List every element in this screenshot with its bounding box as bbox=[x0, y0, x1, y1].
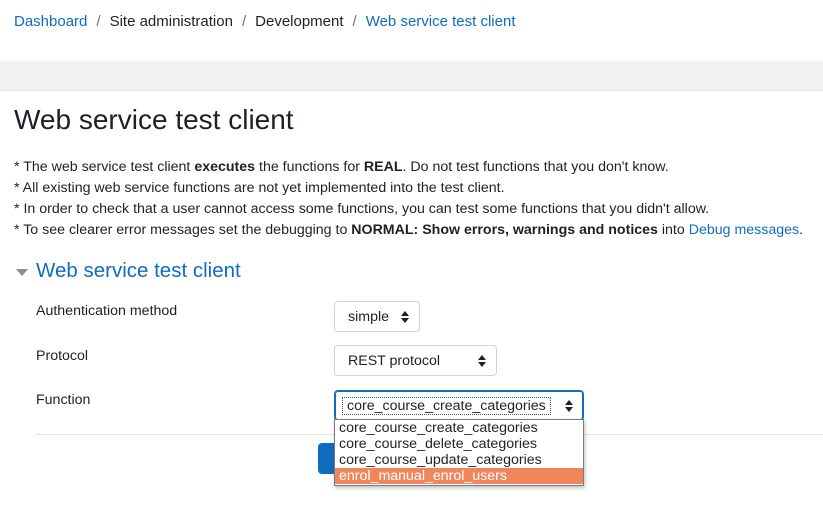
function-option[interactable]: core_course_update_categories bbox=[335, 452, 583, 468]
header-band bbox=[0, 61, 823, 91]
breadcrumb-separator: / bbox=[352, 13, 357, 30]
breadcrumb-site-administration[interactable]: Site administration bbox=[110, 13, 233, 30]
function-select[interactable]: core_course_create_categories bbox=[334, 390, 584, 421]
select-arrows-icon bbox=[478, 355, 486, 367]
protocol-label: Protocol bbox=[36, 348, 89, 364]
note-line-1: * The web service test client executes t… bbox=[14, 159, 669, 175]
note-line-4: * To see clearer error messages set the … bbox=[14, 222, 804, 238]
function-value: core_course_create_categories bbox=[342, 396, 551, 415]
notes: * The web service test client executes t… bbox=[14, 157, 803, 241]
breadcrumb-dashboard[interactable]: Dashboard bbox=[14, 13, 87, 30]
select-arrows-icon bbox=[565, 400, 573, 412]
breadcrumb-web-service-test-client[interactable]: Web service test client bbox=[366, 13, 516, 30]
auth-method-select[interactable]: simple bbox=[334, 301, 420, 332]
breadcrumb-development[interactable]: Development bbox=[255, 13, 343, 30]
breadcrumb-separator: / bbox=[241, 13, 247, 30]
note-line-3: * In order to check that a user cannot a… bbox=[14, 201, 710, 217]
select-arrows-icon bbox=[401, 311, 409, 323]
function-label: Function bbox=[36, 392, 91, 408]
protocol-value: REST protocol bbox=[348, 352, 440, 369]
function-option[interactable]: core_course_delete_categories bbox=[335, 436, 583, 452]
note-line-2: * All existing web service functions are… bbox=[14, 180, 505, 196]
auth-method-value: simple bbox=[348, 308, 389, 325]
function-option[interactable]: core_course_create_categories bbox=[335, 420, 583, 436]
function-dropdown-list: core_course_create_categories core_cours… bbox=[334, 419, 584, 486]
function-option-highlighted[interactable]: enrol_manual_enrol_users bbox=[335, 468, 583, 484]
debug-messages-link[interactable]: Debug messages bbox=[689, 222, 799, 238]
fieldset-legend: Web service test client bbox=[36, 259, 241, 282]
collapse-triangle-icon bbox=[16, 268, 28, 276]
auth-method-label: Authentication method bbox=[36, 303, 178, 319]
breadcrumb: Dashboard / Site administration / Develo… bbox=[14, 13, 515, 30]
protocol-select[interactable]: REST protocol bbox=[334, 345, 497, 376]
fieldset-toggle[interactable]: Web service test client bbox=[16, 259, 241, 283]
page-title: Web service test client bbox=[14, 104, 294, 135]
breadcrumb-separator: / bbox=[96, 13, 101, 30]
